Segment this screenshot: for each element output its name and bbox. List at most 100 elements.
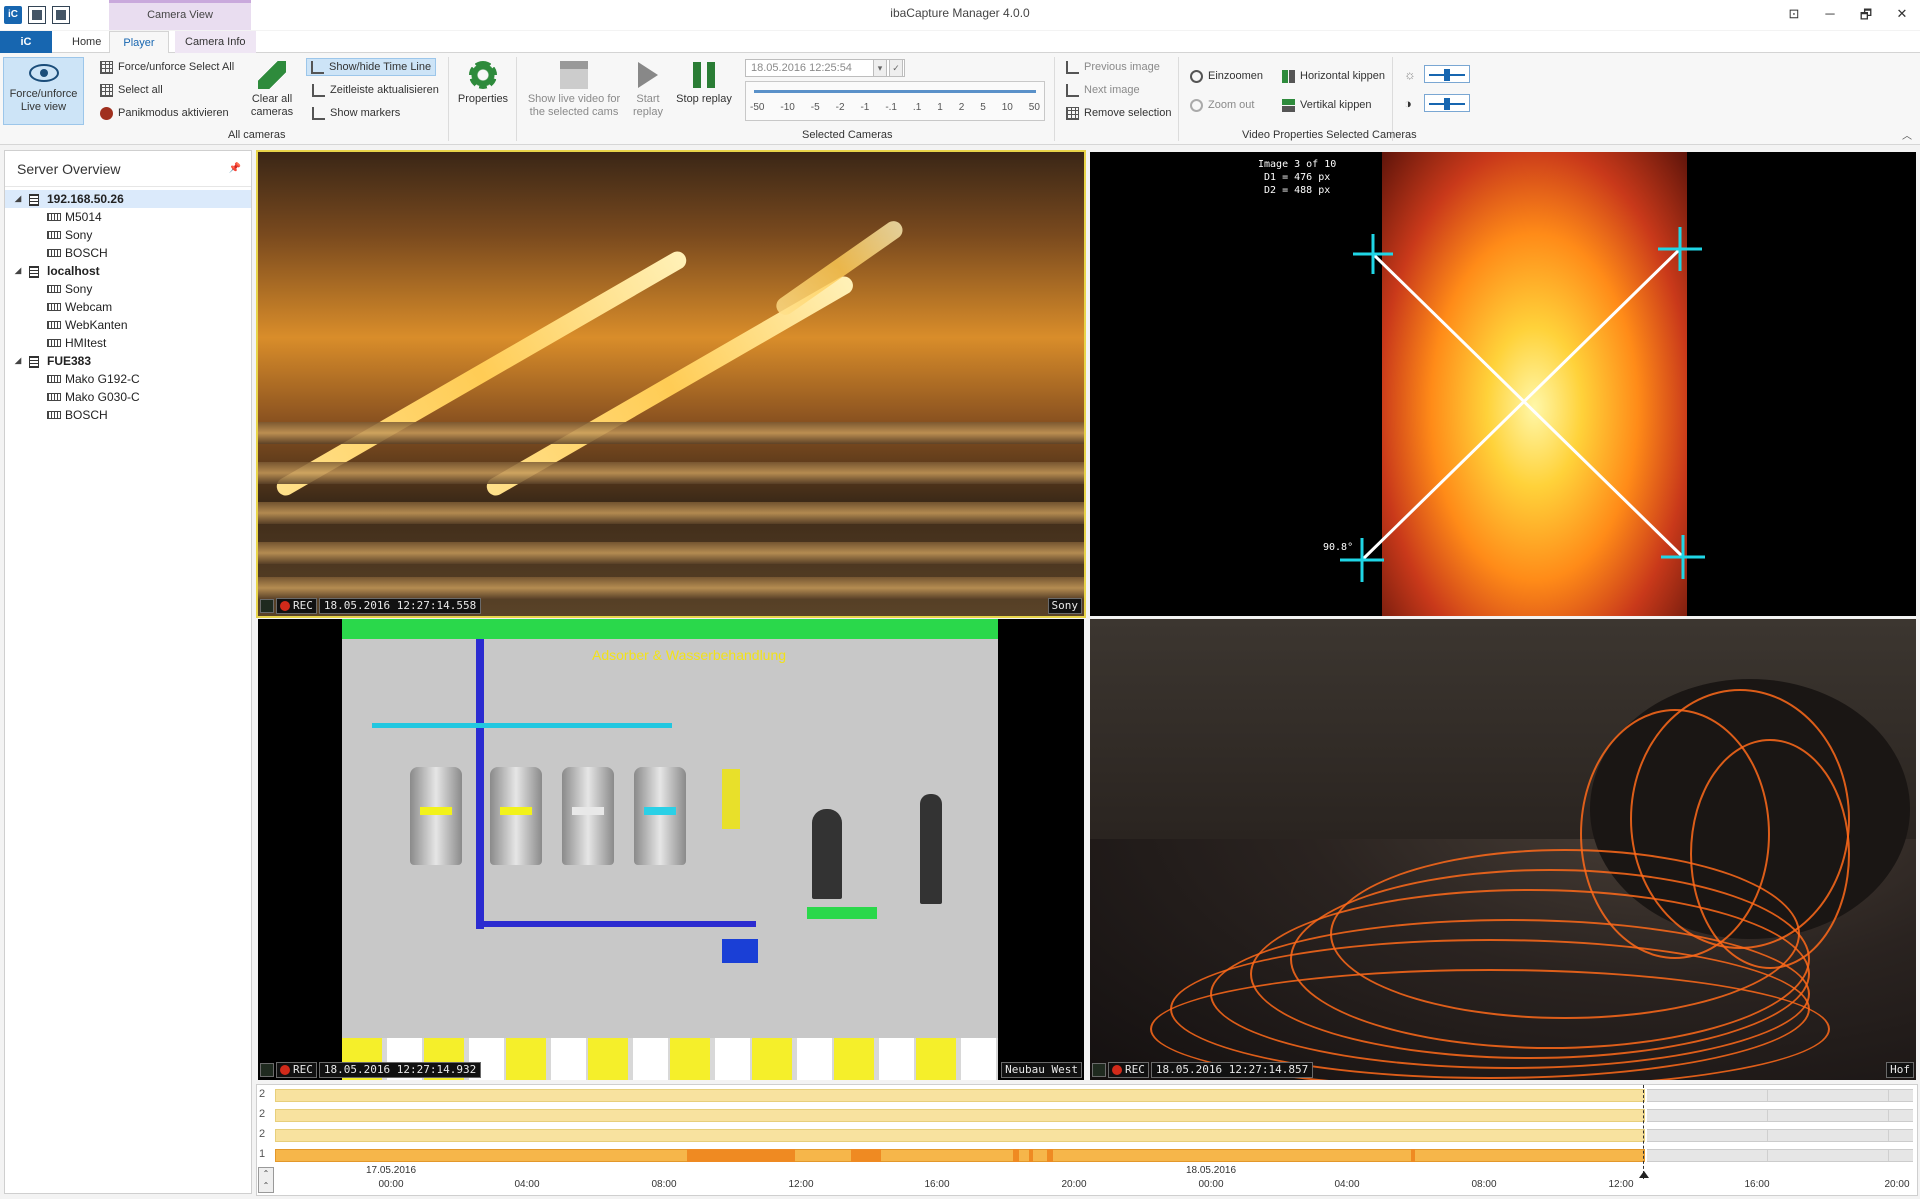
update-timeline-button[interactable]: Zeitleiste aktualisieren xyxy=(312,81,439,99)
clear-all-cameras-button[interactable]: Clear all cameras xyxy=(248,61,296,119)
previous-image-button[interactable]: Previous image xyxy=(1066,58,1160,76)
speed-tick: 2 xyxy=(958,102,965,113)
pause-icon xyxy=(690,61,718,89)
select-all-label: Select all xyxy=(118,84,163,96)
tab-player[interactable]: Player xyxy=(109,31,169,54)
hmi-title: Adsorber & Wasserbehandlung xyxy=(592,647,787,663)
show-markers-button[interactable]: Show markers xyxy=(312,104,400,122)
tab-app-menu[interactable]: iC xyxy=(0,31,52,53)
show-markers-label: Show markers xyxy=(330,107,401,119)
zoom-out-button[interactable]: Zoom out xyxy=(1190,96,1254,114)
camera-tile[interactable]: Image 3 of 10 D1 = 476 px D2 = 488 px 90… xyxy=(1090,152,1916,616)
timeline-row[interactable]: 2 xyxy=(257,1106,1917,1124)
remove-selection-label: Remove selection xyxy=(1084,107,1172,119)
timeline-scroll-icon[interactable]: ⌃ ⌃ xyxy=(258,1167,274,1193)
force-unforce-select-all-button[interactable]: Force/unforce Select All xyxy=(100,58,234,76)
tree-server[interactable]: ◢ FUE383 xyxy=(5,352,251,370)
contrast-slider[interactable] xyxy=(1424,94,1470,112)
replay-speed-slider[interactable]: -50 -10 -5 -2 -1 -.1 .1 1 2 5 10 50 xyxy=(745,81,1045,121)
remove-selection-button[interactable]: Remove selection xyxy=(1066,104,1171,122)
camera-icon xyxy=(47,321,61,329)
tab-camera-info[interactable]: Camera Info xyxy=(175,31,256,53)
marker-icon xyxy=(312,106,325,120)
event-marker[interactable] xyxy=(1013,1149,1019,1162)
start-replay-button[interactable]: Start replay xyxy=(628,61,668,119)
event-marker[interactable] xyxy=(687,1149,795,1162)
camera-tile[interactable]: REC 18.05.2016 12:27:14.558 Sony xyxy=(256,150,1086,618)
tree-server[interactable]: ◢ 192.168.50.26 xyxy=(5,190,251,208)
measurement-overlay xyxy=(1340,227,1705,582)
tree-camera[interactable]: Sony xyxy=(5,226,251,244)
properties-button[interactable]: Properties xyxy=(456,61,510,106)
timeline-row[interactable]: 2 xyxy=(257,1126,1917,1144)
camera-tile[interactable]: Adsorber & Wasserbehandlung REC 18.05.20… xyxy=(258,619,1084,1080)
force-unforce-live-view-button[interactable]: Force/unforce Live view xyxy=(3,57,84,125)
server-tree: ◢ 192.168.50.26 M5014 Sony BOSCH ◢ localho… xyxy=(5,187,251,424)
tree-camera[interactable]: Webcam xyxy=(5,298,251,316)
close-button[interactable]: ✕ xyxy=(1892,6,1912,28)
restore-layout-icon[interactable]: ⊡ xyxy=(1784,6,1804,28)
event-marker[interactable] xyxy=(1047,1149,1053,1162)
select-all-button[interactable]: Select all xyxy=(100,81,163,99)
recording-bar[interactable] xyxy=(275,1109,1645,1122)
group-separator xyxy=(1054,57,1055,141)
speed-ticks: -50 -10 -5 -2 -1 -.1 .1 1 2 5 10 50 xyxy=(750,102,1040,113)
expand-icon[interactable]: ◢ xyxy=(15,352,21,370)
expand-icon[interactable]: ◢ xyxy=(15,262,21,280)
speed-tick: -10 xyxy=(780,102,795,113)
next-image-label: Next image xyxy=(1084,84,1140,96)
tree-camera[interactable]: Sony xyxy=(5,280,251,298)
camera-tile[interactable]: REC 18.05.2016 12:27:14.857 Hof xyxy=(1090,619,1916,1080)
flip-vertical-button[interactable]: Vertikal kippen xyxy=(1282,96,1372,114)
clear-all-cameras-label: Clear all cameras xyxy=(250,93,294,118)
checkmark-icon[interactable]: ✓ xyxy=(889,59,903,77)
row-count: 2 xyxy=(259,1108,266,1120)
hmi-video: Adsorber & Wasserbehandlung xyxy=(258,619,1084,1080)
speed-tick: -2 xyxy=(835,102,845,113)
brightness-slider[interactable] xyxy=(1424,65,1470,83)
future-region xyxy=(1647,1149,1913,1162)
show-hide-timeline-button[interactable]: Show/hide Time Line xyxy=(306,58,437,76)
server-label: FUE383 xyxy=(47,354,92,368)
chevron-down-icon[interactable]: ▾ xyxy=(873,59,887,77)
tree-camera[interactable]: HMItest xyxy=(5,334,251,352)
wire-coil-video xyxy=(1090,619,1916,1080)
tree-camera[interactable]: M5014 xyxy=(5,208,251,226)
recording-bar[interactable] xyxy=(275,1129,1645,1142)
event-marker[interactable] xyxy=(1029,1149,1033,1162)
server-overview-panel: Server Overview 📌 ◢ 192.168.50.26 M5014 S… xyxy=(4,150,252,1194)
ribbon: Force/unforce Live view Force/unforce Se… xyxy=(0,53,1920,145)
recording-bar[interactable] xyxy=(275,1089,1645,1102)
zoom-in-button[interactable]: Einzoomen xyxy=(1190,67,1263,85)
tab-home[interactable]: Home xyxy=(62,31,111,53)
event-marker[interactable] xyxy=(851,1149,881,1162)
recording-bar[interactable] xyxy=(275,1149,1645,1162)
maximize-button[interactable]: 🗗 xyxy=(1856,6,1876,28)
tree-camera[interactable]: BOSCH xyxy=(5,406,251,424)
tree-camera[interactable]: Mako G030-C xyxy=(5,388,251,406)
pin-icon[interactable]: 📌 xyxy=(229,163,241,174)
rec-label: REC xyxy=(293,1063,313,1076)
flip-horizontal-button[interactable]: Horizontal kippen xyxy=(1282,67,1385,85)
remove-selection-icon xyxy=(1066,106,1079,120)
timeline-panel[interactable]: 2 2 2 1 ⌃ ⌃ 17.05.2016 18.05.2016 00:00 0… xyxy=(256,1084,1918,1196)
rec-indicator: REC xyxy=(276,1062,317,1078)
tree-camera[interactable]: BOSCH xyxy=(5,244,251,262)
next-image-button[interactable]: Next image xyxy=(1066,81,1140,99)
minimize-button[interactable]: ─ xyxy=(1820,6,1840,28)
tree-camera[interactable]: WebKanten xyxy=(5,316,251,334)
show-live-video-button[interactable]: Show live video for the selected cams xyxy=(526,61,622,119)
tree-server[interactable]: ◢ localhost xyxy=(5,262,251,280)
axis-hour-label: 00:00 xyxy=(1198,1179,1224,1190)
speed-tick: 10 xyxy=(1001,102,1013,113)
timeline-row[interactable]: 1 xyxy=(257,1146,1917,1164)
tree-camera[interactable]: Mako G192-C xyxy=(5,370,251,388)
expand-icon[interactable]: ◢ xyxy=(15,190,21,208)
collapse-ribbon-icon[interactable]: ︿ xyxy=(1902,127,1912,142)
panic-mode-button[interactable]: Panikmodus aktivieren xyxy=(100,104,229,122)
camera-label: BOSCH xyxy=(65,246,108,260)
stop-replay-button[interactable]: Stop replay xyxy=(674,61,734,106)
timeline-row[interactable]: 2 xyxy=(257,1086,1917,1104)
event-marker[interactable] xyxy=(1411,1149,1415,1162)
camera-icon xyxy=(47,303,61,311)
